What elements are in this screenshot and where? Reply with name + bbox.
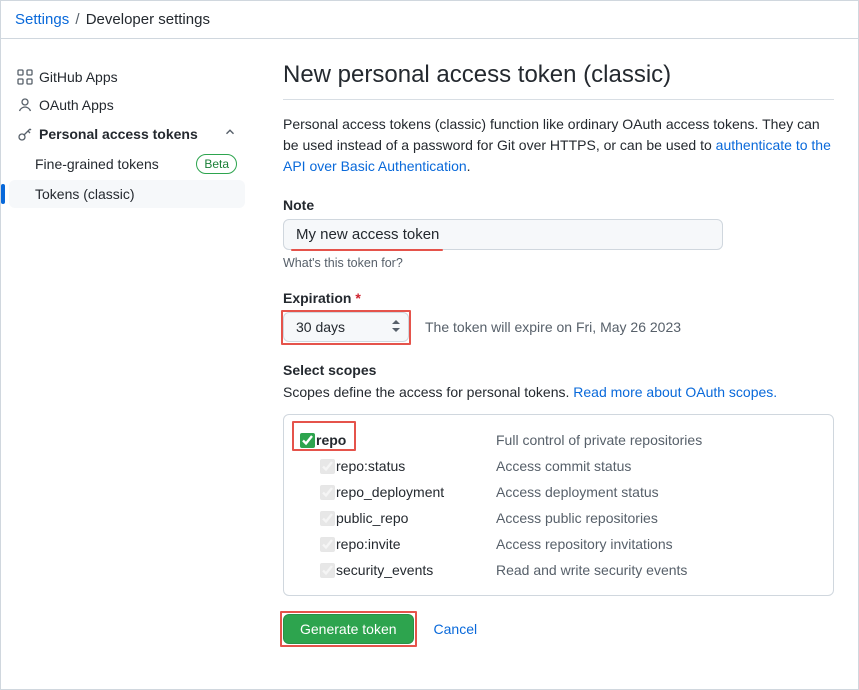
scope-name: public_repo [336, 510, 496, 526]
scope-name: repo_deployment [336, 484, 496, 500]
sidebar-item-label: Tokens (classic) [35, 186, 237, 202]
main-content: New personal access token (classic) Pers… [253, 39, 858, 689]
scope-checkbox[interactable] [320, 485, 335, 500]
scopes-desc-text: Scopes define the access for personal to… [283, 384, 573, 400]
intro-text-part: . [467, 158, 471, 174]
sidebar-item-label: Personal access tokens [39, 126, 223, 142]
scope-desc: Access deployment status [496, 484, 819, 500]
breadcrumb-current: Developer settings [86, 11, 210, 28]
scope-name: repo [316, 432, 496, 448]
page-title: New personal access token (classic) [283, 61, 834, 100]
scope-name: repo:invite [336, 536, 496, 552]
sidebar-item-label: OAuth Apps [39, 97, 237, 113]
beta-badge: Beta [196, 154, 237, 174]
expiration-select[interactable]: 30 days [283, 312, 409, 342]
note-input[interactable] [283, 219, 723, 250]
scope-checkbox[interactable] [320, 563, 335, 578]
chevron-up-icon [223, 125, 237, 142]
scopes-box: repo Full control of private repositorie… [283, 414, 834, 596]
scope-row: repo:status Access commit status [298, 453, 819, 479]
required-asterisk: * [355, 290, 360, 306]
generate-token-button[interactable]: Generate token [283, 614, 414, 644]
scope-checkbox[interactable] [320, 459, 335, 474]
scope-checkbox[interactable] [320, 511, 335, 526]
oauth-scopes-link[interactable]: Read more about OAuth scopes. [573, 384, 777, 400]
scope-name: security_events [336, 562, 496, 578]
scope-desc: Access repository invitations [496, 536, 819, 552]
scope-checkbox[interactable] [320, 537, 335, 552]
breadcrumb-settings-link[interactable]: Settings [15, 11, 69, 28]
scope-row-repo: repo Full control of private repositorie… [298, 427, 819, 453]
scope-row: repo_deployment Access deployment status [298, 479, 819, 505]
scopes-description: Scopes define the access for personal to… [283, 384, 834, 400]
key-icon [17, 126, 39, 142]
scope-desc: Access commit status [496, 458, 819, 474]
scope-row: public_repo Access public repositories [298, 505, 819, 531]
scope-checkbox-repo[interactable] [300, 433, 315, 448]
note-label: Note [283, 197, 834, 213]
breadcrumb: Settings / Developer settings [1, 1, 858, 39]
breadcrumb-separator: / [73, 11, 81, 28]
expiration-label: Expiration * [283, 290, 834, 306]
scope-desc: Full control of private repositories [496, 432, 819, 448]
sidebar-item-fine-grained[interactable]: Fine-grained tokens Beta [9, 148, 245, 180]
scope-name: repo:status [336, 458, 496, 474]
scopes-label: Select scopes [283, 362, 834, 378]
person-icon [17, 97, 39, 113]
note-hint: What's this token for? [283, 256, 834, 270]
sidebar-item-pat[interactable]: Personal access tokens [9, 119, 245, 148]
apps-icon [17, 69, 39, 85]
expiration-hint: The token will expire on Fri, May 26 202… [425, 319, 681, 335]
scope-desc: Read and write security events [496, 562, 819, 578]
sidebar-item-label: Fine-grained tokens [35, 156, 196, 172]
expiration-label-text: Expiration [283, 290, 351, 306]
cancel-link[interactable]: Cancel [434, 621, 478, 637]
sidebar-item-tokens-classic[interactable]: Tokens (classic) [9, 180, 245, 208]
scope-row: repo:invite Access repository invitation… [298, 531, 819, 557]
sidebar-item-github-apps[interactable]: GitHub Apps [9, 63, 245, 91]
sidebar: GitHub Apps OAuth Apps Personal access t… [1, 39, 253, 689]
sidebar-item-oauth-apps[interactable]: OAuth Apps [9, 91, 245, 119]
scope-row: security_events Read and write security … [298, 557, 819, 583]
scope-desc: Access public repositories [496, 510, 819, 526]
sidebar-item-label: GitHub Apps [39, 69, 237, 85]
intro-text: Personal access tokens (classic) functio… [283, 114, 834, 177]
